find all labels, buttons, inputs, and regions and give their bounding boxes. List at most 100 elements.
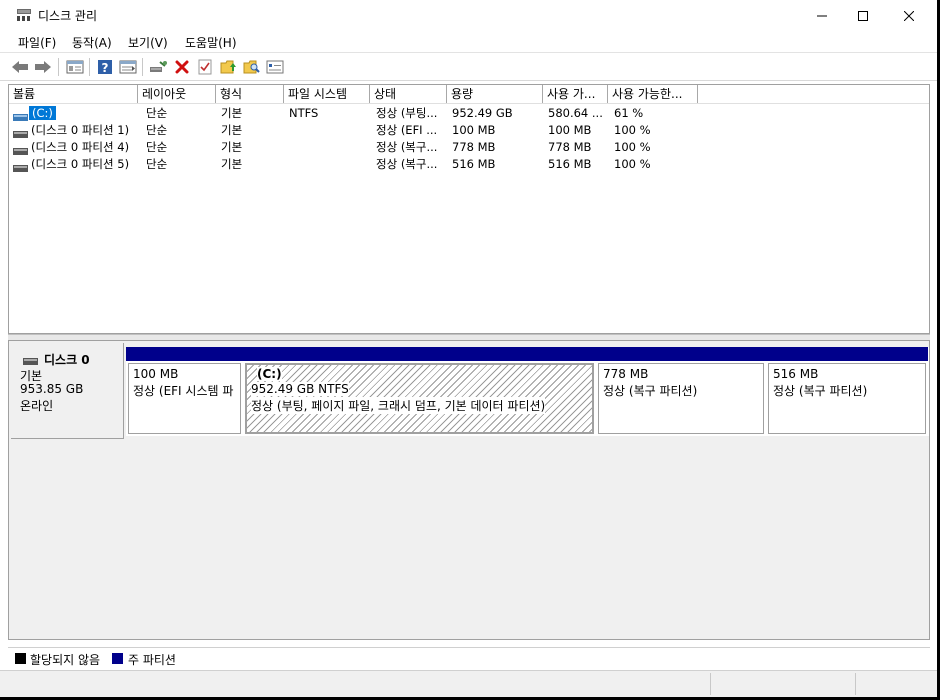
partition-status: 정상 (EFI 시스템 파 <box>133 384 234 398</box>
volume-status: 정상 (EFI ... <box>376 123 438 137</box>
folder-up-icon[interactable] <box>219 57 239 77</box>
menu-action[interactable]: 동작(A) <box>72 34 112 51</box>
partition-size: 516 MB <box>773 367 819 381</box>
volume-name: (디스크 0 파티션 4) <box>31 140 130 154</box>
volume-row[interactable]: (디스크 0 파티션 4) 단순 기본 정상 (복구... 778 MB 778… <box>9 139 929 156</box>
properties-view-icon[interactable] <box>118 57 138 77</box>
column-header-file-system[interactable]: 파일 시스템 <box>284 85 370 103</box>
volume-icon <box>13 161 28 172</box>
primary-partition-swatch <box>112 653 123 664</box>
close-button[interactable] <box>886 0 932 31</box>
disk-name: 디스크 0 <box>44 353 90 367</box>
volume-type: 기본 <box>221 157 243 171</box>
toolbar: ? <box>0 53 937 81</box>
menu-file[interactable]: 파일(F) <box>18 34 56 51</box>
column-header-volume[interactable]: 볼륨 <box>9 85 138 103</box>
primary-partition-bar <box>126 347 243 361</box>
volume-row[interactable]: (C:) 단순 기본 NTFS 정상 (부팅... 952.49 GB 580.… <box>9 105 929 122</box>
volume-percent-free: 100 % <box>614 157 651 171</box>
volume-free-space: 516 MB <box>548 157 592 171</box>
delete-icon[interactable] <box>172 57 192 77</box>
volume-layout: 단순 <box>146 140 168 154</box>
menu-help[interactable]: 도움말(H) <box>185 34 237 51</box>
volume-status: 정상 (복구... <box>376 157 438 171</box>
partition-status: 정상 (복구 파티션) <box>603 384 698 398</box>
partition-legend: 할당되지 않음 주 파티션 <box>8 647 930 669</box>
volume-name: (디스크 0 파티션 5) <box>31 157 130 171</box>
volume-percent-free: 61 % <box>614 106 644 120</box>
partition-recovery-4[interactable]: 778 MB 정상 (복구 파티션) <box>596 347 766 436</box>
partition-recovery-5[interactable]: 516 MB 정상 (복구 파티션) <box>766 347 928 436</box>
disk-info-panel[interactable]: 디스크 0 기본 953.85 GB 온라인 <box>11 343 124 439</box>
column-header-free-space[interactable]: 사용 가... <box>543 85 608 103</box>
check-icon[interactable] <box>195 57 215 77</box>
volume-type: 기본 <box>221 106 243 120</box>
primary-partition-bar <box>243 347 596 361</box>
volume-status: 정상 (복구... <box>376 140 438 154</box>
back-icon[interactable] <box>10 57 30 77</box>
show-hide-tree-icon[interactable] <box>65 57 85 77</box>
partition-size: 952.49 GB NTFS <box>251 382 349 396</box>
partition-size: 100 MB <box>133 367 179 381</box>
title-bar: 디스크 관리 <box>0 0 937 31</box>
primary-partition-bar <box>596 347 766 361</box>
window-title: 디스크 관리 <box>38 9 98 23</box>
menu-bar: 파일(F) 동작(A) 보기(V) 도움말(H) <box>0 31 937 53</box>
volume-capacity: 778 MB <box>452 140 496 154</box>
partition-label: (C:) <box>257 367 282 381</box>
volume-free-space: 778 MB <box>548 140 592 154</box>
volume-row[interactable]: (디스크 0 파티션 1) 단순 기본 정상 (EFI ... 100 MB 1… <box>9 122 929 139</box>
folder-search-icon[interactable] <box>242 57 262 77</box>
disk-graphical-view: 디스크 0 기본 953.85 GB 온라인 100 MB 정상 (EFI 시스… <box>8 340 930 640</box>
partition-efi[interactable]: 100 MB 정상 (EFI 시스템 파 <box>126 347 243 436</box>
volume-type: 기본 <box>221 140 243 154</box>
partition-status: 정상 (복구 파티션) <box>773 384 868 398</box>
volume-layout: 단순 <box>146 123 168 137</box>
column-header-layout[interactable]: 레이아웃 <box>138 85 216 103</box>
legend-primary-partition: 주 파티션 <box>128 653 176 667</box>
volume-layout: 단순 <box>146 106 168 120</box>
volume-free-space: 580.64 ... <box>548 106 603 120</box>
volume-percent-free: 100 % <box>614 123 651 137</box>
column-header-type[interactable]: 형식 <box>216 85 284 103</box>
disk-management-icon <box>16 8 32 22</box>
disk-size: 953.85 GB <box>20 382 84 396</box>
volume-file-system: NTFS <box>289 106 319 120</box>
connect-drive-icon[interactable] <box>148 57 168 77</box>
minimize-button[interactable] <box>799 0 845 31</box>
partition-strip: 100 MB 정상 (EFI 시스템 파 (C:) 952.49 GB NTFS… <box>126 347 929 436</box>
volume-capacity: 952.49 GB <box>452 106 513 120</box>
partition-size: 778 MB <box>603 367 649 381</box>
volume-c-icon <box>13 110 28 121</box>
help-icon[interactable]: ? <box>95 57 115 77</box>
partition-c[interactable]: (C:) 952.49 GB NTFS 정상 (부팅, 페이지 파일, 크래시 … <box>243 347 596 436</box>
volume-icon <box>13 144 28 155</box>
volume-list: 볼륨 레이아웃 형식 파일 시스템 상태 용량 사용 가... 사용 가능한..… <box>8 84 930 334</box>
settings-list-icon[interactable] <box>265 57 285 77</box>
column-header-percent-free[interactable]: 사용 가능한... <box>608 85 698 103</box>
disk-status: 온라인 <box>20 399 54 413</box>
volume-row[interactable]: (디스크 0 파티션 5) 단순 기본 정상 (복구... 516 MB 516… <box>9 156 929 173</box>
disk-management-window: 디스크 관리 파일(F) 동작(A) 보기(V) 도움말(H) ? 볼륨 레이아… <box>0 0 937 697</box>
volume-capacity: 516 MB <box>452 157 496 171</box>
forward-icon[interactable] <box>33 57 53 77</box>
volume-capacity: 100 MB <box>452 123 496 137</box>
volume-icon <box>13 127 28 138</box>
disk-icon <box>23 354 38 368</box>
volume-list-header: 볼륨 레이아웃 형식 파일 시스템 상태 용량 사용 가... 사용 가능한..… <box>9 85 929 104</box>
volume-percent-free: 100 % <box>614 140 651 154</box>
menu-view[interactable]: 보기(V) <box>128 34 168 51</box>
status-bar <box>0 670 937 697</box>
volume-free-space: 100 MB <box>548 123 592 137</box>
legend-unallocated: 할당되지 않음 <box>30 653 101 667</box>
column-header-capacity[interactable]: 용량 <box>447 85 543 103</box>
volume-name: (디스크 0 파티션 1) <box>31 123 130 137</box>
primary-partition-bar <box>766 347 928 361</box>
maximize-button[interactable] <box>840 0 886 31</box>
column-header-status[interactable]: 상태 <box>370 85 447 103</box>
unallocated-swatch <box>15 653 26 664</box>
volume-type: 기본 <box>221 123 243 137</box>
volume-layout: 단순 <box>146 157 168 171</box>
volume-name: (C:) <box>29 106 56 120</box>
volume-status: 정상 (부팅... <box>376 106 438 120</box>
